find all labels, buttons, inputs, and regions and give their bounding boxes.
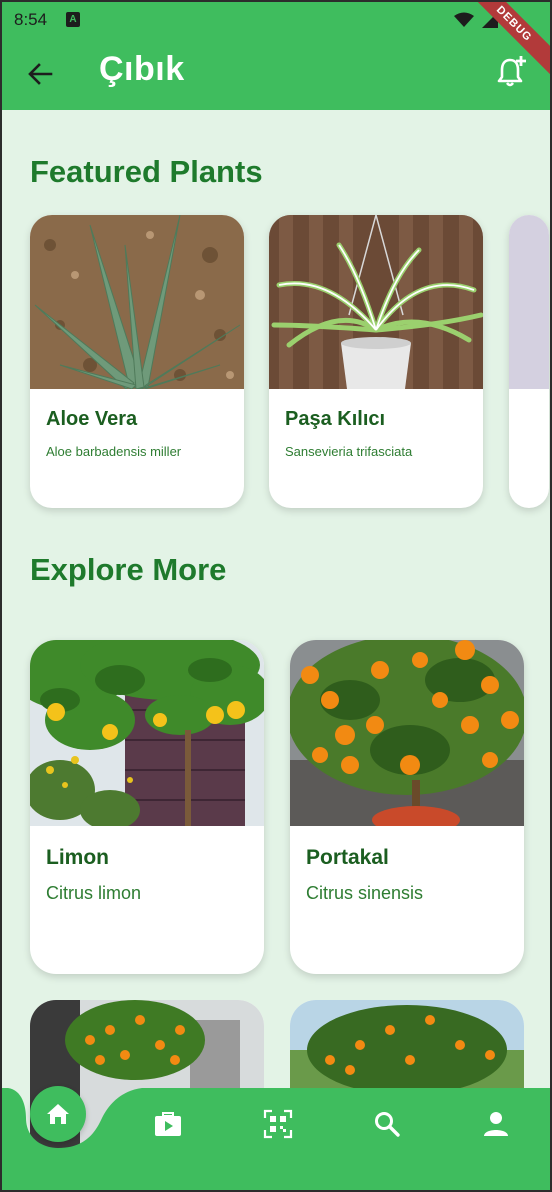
bottom-navigation [2,1086,550,1190]
plant-image [509,215,549,389]
plant-name: Aloe Vera [46,408,138,430]
person-icon [484,1112,508,1136]
explore-section-title: Explore More [30,552,227,587]
plant-image [290,640,524,826]
plant-scientific-name: Citrus sinensis [306,883,424,903]
plant-scientific-name: Citrus limon [46,883,142,903]
nav-qr-scan[interactable] [258,1106,298,1142]
qr-code-icon [263,1109,293,1139]
app-screen: 8:54 A Çıbık DEBUG Featured Plants Aloe … [0,0,552,1192]
notification-icon: A [66,12,80,27]
featured-card-aloe-vera[interactable]: Aloe Vera Aloe barbadensis miller [30,215,244,508]
explore-card-limon[interactable]: Limon Citrus limon [30,640,264,974]
nav-home[interactable] [30,1086,86,1142]
plant-name: Limon [46,846,109,869]
explore-card-portakal[interactable]: Portakal Citrus sinensis [290,640,524,974]
plant-scientific-name: Sansevieria trifasciata [285,444,413,459]
plant-scientific-name: Aloe barbadensis miller [46,444,182,459]
plant-name: Paşa Kılıcı [285,408,386,430]
status-bar: 8:54 A [2,2,550,38]
status-time: 8:54 [14,10,48,29]
featured-card-pasa-kilici[interactable]: Paşa Kılıcı Sansevieria trifasciata [269,215,483,508]
page-title: Çıbık [99,50,185,88]
back-button[interactable] [20,56,60,92]
nav-profile[interactable] [476,1106,516,1142]
search-icon [375,1112,400,1137]
add-alert-button[interactable] [494,54,534,94]
video-library-icon [155,1112,181,1136]
nav-search[interactable] [367,1106,407,1142]
bell-plus-icon [497,56,526,87]
plant-image [269,215,483,389]
plant-image [30,640,264,826]
arrow-back-icon [28,63,53,85]
featured-section-title: Featured Plants [30,154,263,189]
home-icon [47,1104,69,1124]
plant-name: Portakal [306,846,389,869]
wifi-icon [454,12,474,27]
plant-image [30,215,244,389]
nav-videos[interactable] [148,1106,188,1142]
featured-card-partial[interactable] [509,215,549,508]
app-bar: Çıbık [2,38,550,110]
